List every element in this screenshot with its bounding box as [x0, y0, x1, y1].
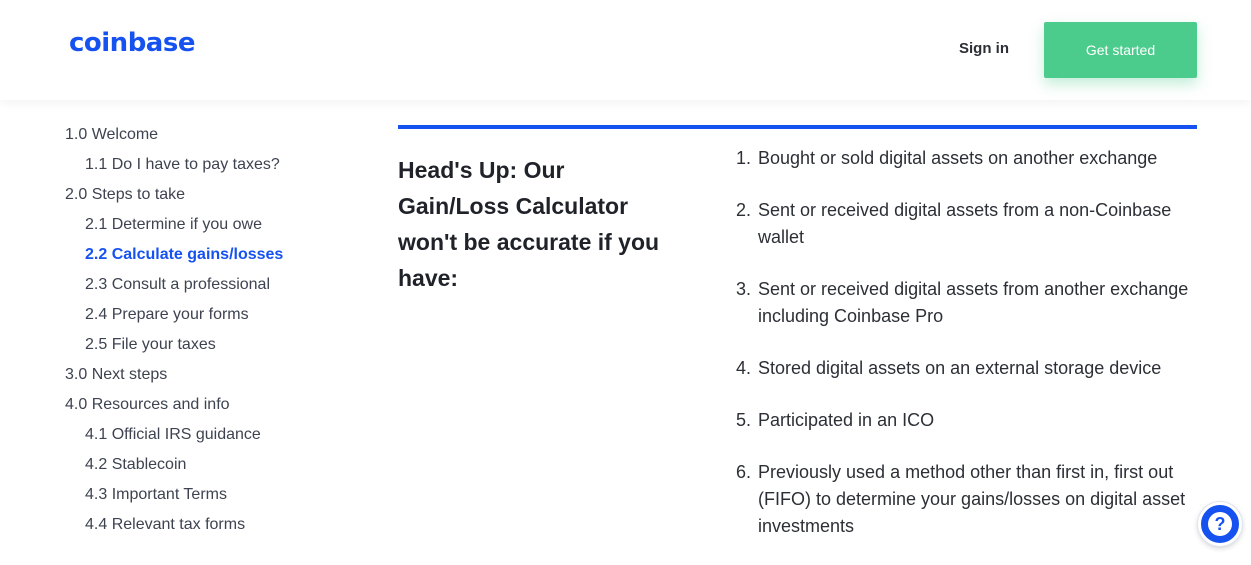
section-divider — [398, 125, 1197, 129]
toc-item-irs-guidance[interactable]: 4.1 Official IRS guidance — [65, 420, 365, 450]
list-item-number: 2. — [736, 200, 752, 220]
toc-item-tax-forms[interactable]: 4.4 Relevant tax forms — [65, 510, 365, 540]
toc-item-pay-taxes[interactable]: 1.1 Do I have to pay taxes? — [65, 150, 365, 180]
list-item-text: Participated in an ICO — [758, 410, 935, 430]
coinbase-logo[interactable]: coinbase — [69, 28, 195, 58]
list-item: 4. Stored digital assets on an external … — [736, 355, 1196, 382]
list-item-number: 3. — [736, 279, 752, 299]
toc-item-determine-owe[interactable]: 2.1 Determine if you owe — [65, 210, 365, 240]
toc-item-steps[interactable]: 2.0 Steps to take — [65, 180, 365, 210]
toc-item-consult-professional[interactable]: 2.3 Consult a professional — [65, 270, 365, 300]
list-item-number: 5. — [736, 410, 752, 430]
list-item: 6. Previously used a method other than f… — [736, 459, 1196, 540]
toc-item-welcome[interactable]: 1.0 Welcome — [65, 120, 365, 150]
site-header: coinbase Sign in Get started — [0, 0, 1251, 100]
list-item: 2. Sent or received digital assets from … — [736, 197, 1196, 251]
toc-item-prepare-forms[interactable]: 2.4 Prepare your forms — [65, 300, 365, 330]
list-item-text: Sent or received digital assets from a n… — [758, 200, 1172, 247]
help-chat-button[interactable]: ? — [1198, 502, 1242, 546]
get-started-button[interactable]: Get started — [1044, 22, 1197, 78]
toc-item-file-taxes[interactable]: 2.5 File your taxes — [65, 330, 365, 360]
toc-item-important-terms[interactable]: 4.3 Important Terms — [65, 480, 365, 510]
list-item-text: Previously used a method other than firs… — [758, 462, 1186, 536]
list-item-number: 6. — [736, 462, 752, 482]
question-icon: ? — [1208, 512, 1232, 536]
section-heading: Head's Up: Our Gain/Loss Calculator won'… — [398, 157, 660, 291]
toc-item-stablecoin[interactable]: 4.2 Stablecoin — [65, 450, 365, 480]
sign-in-link[interactable]: Sign in — [959, 40, 1009, 57]
list-item: 3. Sent or received digital assets from … — [736, 276, 1196, 330]
list-item: 5. Participated in an ICO — [736, 407, 1196, 434]
caveat-list: 1. Bought or sold digital assets on anot… — [736, 145, 1196, 565]
list-item-text: Stored digital assets on an external sto… — [758, 358, 1162, 378]
toc-item-next-steps[interactable]: 3.0 Next steps — [65, 360, 365, 390]
list-item-number: 1. — [736, 148, 752, 168]
table-of-contents: 1.0 Welcome 1.1 Do I have to pay taxes? … — [65, 120, 365, 540]
list-item-text: Bought or sold digital assets on another… — [758, 148, 1158, 168]
list-item-number: 4. — [736, 358, 752, 378]
toc-item-calculate-gains[interactable]: 2.2 Calculate gains/losses — [65, 240, 365, 270]
list-item: 1. Bought or sold digital assets on anot… — [736, 145, 1196, 172]
list-item-text: Sent or received digital assets from ano… — [758, 279, 1189, 326]
toc-item-resources[interactable]: 4.0 Resources and info — [65, 390, 365, 420]
